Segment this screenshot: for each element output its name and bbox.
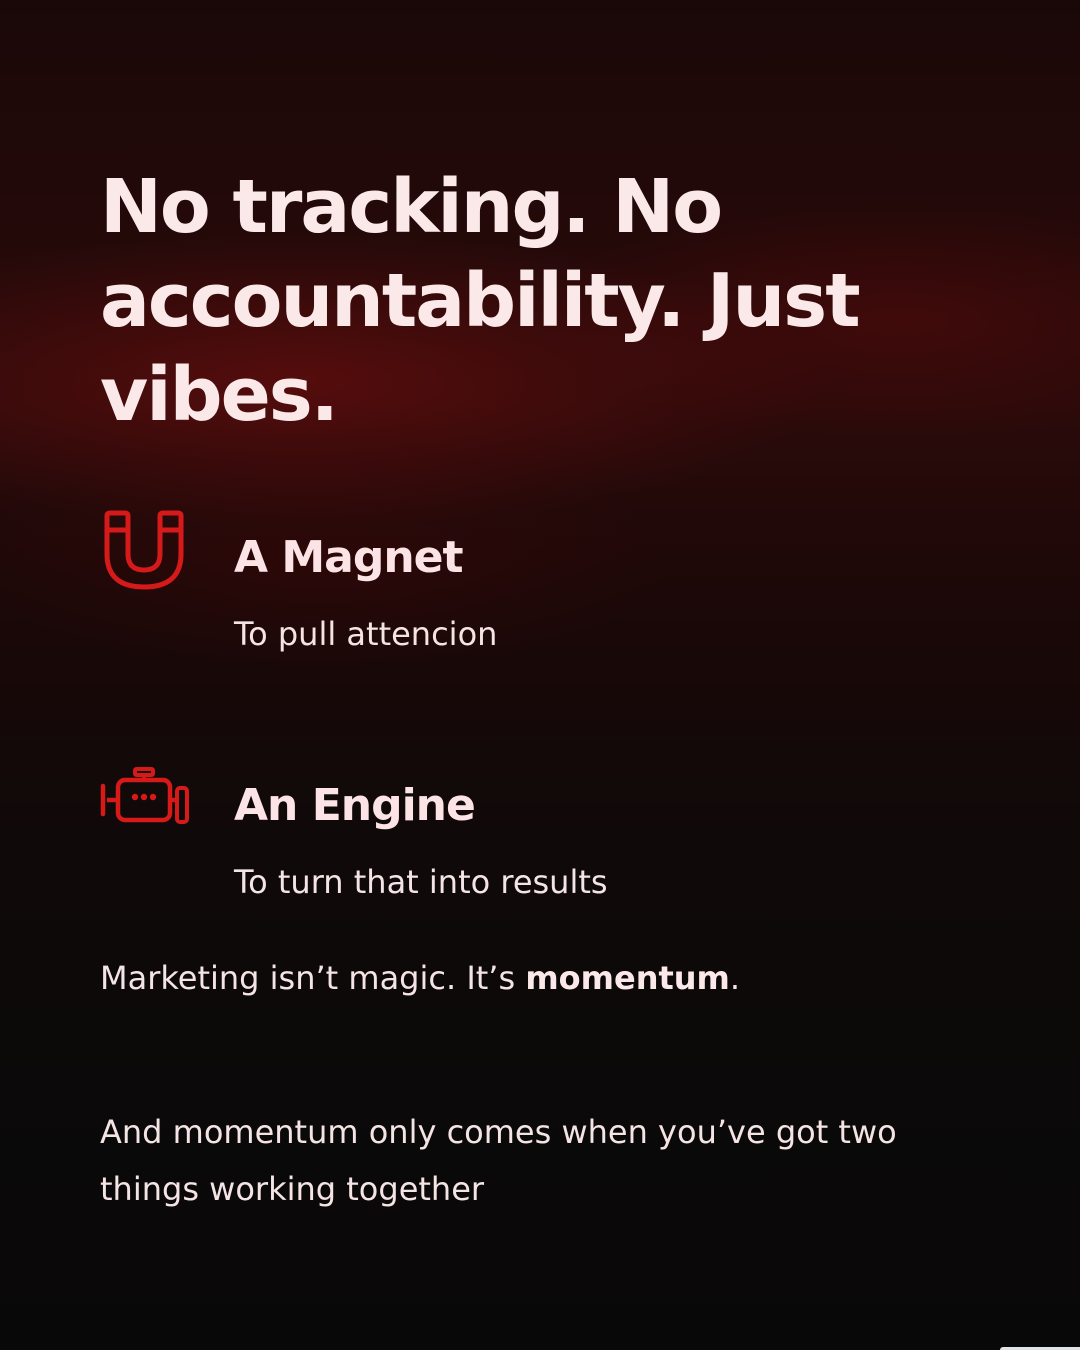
headline: No tracking. No accountability. Just vib… — [100, 164, 861, 438]
feature-description-magnet: To pull attencion — [234, 615, 498, 653]
feature-description-engine: To turn that into results — [234, 863, 608, 901]
slide: No tracking. No accountability. Just vib… — [0, 0, 1080, 1350]
statement-emphasis: momentum — [525, 959, 730, 997]
feature-title-engine: An Engine — [234, 780, 476, 831]
feature-title-magnet: A Magnet — [234, 532, 464, 583]
engine-icon — [100, 767, 189, 824]
statement-lead: Marketing isn’t magic. It’s — [100, 959, 526, 997]
statement-end: . — [729, 959, 741, 997]
magnet-icon — [104, 510, 184, 590]
closing-text: And momentum only comes when you’ve got … — [100, 1113, 897, 1208]
momentum-statement: Marketing isn’t magic. It’s momentum. — [100, 956, 740, 1000]
